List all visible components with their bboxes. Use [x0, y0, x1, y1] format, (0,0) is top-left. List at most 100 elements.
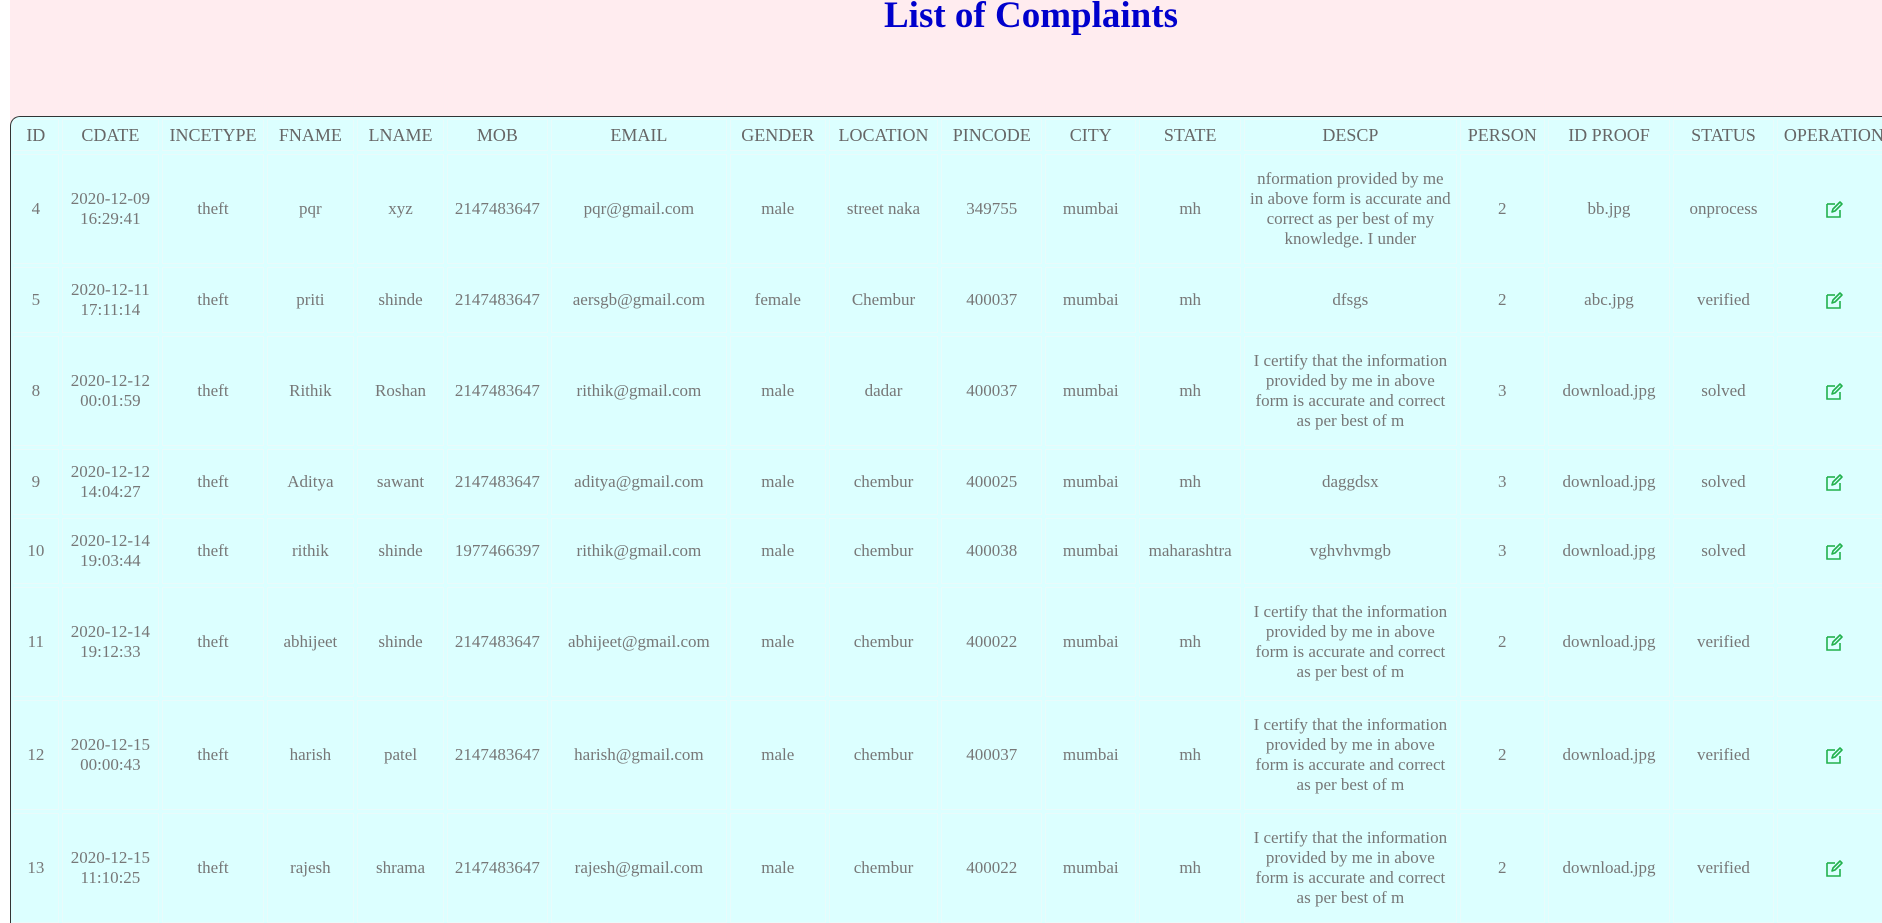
cell-id: 5	[13, 267, 59, 333]
cell-city: mumbai	[1045, 587, 1137, 697]
edit-icon[interactable]	[1824, 291, 1844, 311]
cell-pincode-text: 400037	[966, 290, 1018, 309]
table-row: 10 2020-12-14 19:03:44 theft rithik shinde 19…	[13, 518, 1882, 584]
cell-state-text: mh	[1179, 381, 1202, 400]
edit-icon[interactable]	[1824, 859, 1844, 879]
cell-person-text: 3	[1497, 541, 1507, 560]
cell-lname-text: xyz	[388, 199, 413, 218]
table-row: 13 2020-12-15 11:10:25 theft rajesh shrama 21…	[13, 813, 1882, 923]
cell-id-text: 4	[31, 199, 41, 218]
cell-location: chembur	[828, 449, 939, 515]
cell-email-text: abhijeet@gmail.com	[568, 632, 710, 651]
edit-icon[interactable]	[1824, 200, 1844, 220]
cell-descp: nformation provided by me in above form …	[1244, 154, 1457, 264]
cell-fname: Rithik	[266, 336, 354, 446]
cell-pincode: 400037	[941, 700, 1043, 810]
edit-icon[interactable]	[1824, 633, 1844, 653]
cell-location: chembur	[828, 813, 939, 923]
cell-gender: male	[730, 518, 826, 584]
cell-id-text: 9	[31, 472, 41, 491]
edit-icon[interactable]	[1824, 382, 1844, 402]
cell-id: 10	[13, 518, 59, 584]
cell-operation	[1776, 154, 1882, 264]
cell-state: mh	[1139, 813, 1242, 923]
cell-state: maharashtra	[1139, 518, 1242, 584]
cell-email: harish@gmail.com	[550, 700, 728, 810]
col-header-city: CITY	[1045, 119, 1137, 151]
cell-person: 2	[1459, 587, 1545, 697]
cell-location-text: street naka	[846, 199, 921, 218]
cell-id-text: 11	[27, 632, 44, 651]
cell-gender: male	[730, 449, 826, 515]
cell-id-proof: abc.jpg	[1547, 267, 1671, 333]
cell-id-proof: download.jpg	[1547, 813, 1671, 923]
cell-incetype: theft	[162, 336, 264, 446]
cell-pincode-text: 400038	[966, 541, 1018, 560]
edit-icon[interactable]	[1824, 542, 1844, 562]
cell-lname: shinde	[356, 587, 445, 697]
edit-icon[interactable]	[1824, 473, 1844, 493]
cell-descp: I certify that the information provided …	[1244, 813, 1457, 923]
cdate-time: 16:29:41	[80, 209, 141, 228]
cell-mob-text: 2147483647	[454, 858, 540, 877]
cell-id: 11	[13, 587, 59, 697]
cell-state: mh	[1139, 154, 1242, 264]
cell-city-text: mumbai	[1062, 381, 1119, 400]
cell-location: chembur	[828, 518, 939, 584]
col-header-incetype: INCETYPE	[162, 119, 264, 151]
cell-id-proof: bb.jpg	[1547, 154, 1671, 264]
cell-status-text: verified	[1697, 745, 1750, 764]
table-row: 12 2020-12-15 00:00:43 theft harish patel 214…	[13, 700, 1882, 810]
cell-state-text: mh	[1179, 290, 1202, 309]
cell-gender-text: male	[761, 381, 795, 400]
cell-mob: 2147483647	[447, 813, 548, 923]
cell-fname: rithik	[266, 518, 354, 584]
cell-fname: priti	[266, 267, 354, 333]
cell-mob-text: 2147483647	[454, 290, 540, 309]
cell-city-text: mumbai	[1062, 745, 1119, 764]
cell-city-text: mumbai	[1062, 541, 1119, 560]
cell-status-text: onprocess	[1689, 199, 1758, 218]
cell-cdate: 2020-12-09 16:29:41	[61, 154, 160, 264]
cell-status: verified	[1673, 587, 1774, 697]
cell-cdate: 2020-12-11 17:11:14	[61, 267, 160, 333]
cell-lname-text: shrama	[375, 858, 426, 877]
cell-city-text: mumbai	[1062, 290, 1119, 309]
cell-location: Chembur	[828, 267, 939, 333]
cell-email-text: aersgb@gmail.com	[572, 290, 706, 309]
cell-city: mumbai	[1045, 518, 1137, 584]
cell-id-text: 12	[27, 745, 45, 764]
col-header-location: LOCATION	[828, 119, 939, 151]
complaints-table: ID CDATE INCETYPE FNAME LNAME MOB EMAIL …	[11, 117, 1882, 923]
cell-gender-text: female	[754, 290, 801, 309]
cell-lname: Roshan	[356, 336, 445, 446]
cell-gender: female	[730, 267, 826, 333]
cell-mob: 2147483647	[447, 154, 548, 264]
table-row: 11 2020-12-14 19:12:33 theft abhijeet shinde…	[13, 587, 1882, 697]
cell-location-text: chembur	[853, 541, 914, 560]
col-header-fname: FNAME	[266, 119, 354, 151]
cell-lname: patel	[356, 700, 445, 810]
cell-location-text: chembur	[853, 858, 914, 877]
col-header-status: STATUS	[1673, 119, 1774, 151]
cell-state-text: mh	[1179, 745, 1202, 764]
cell-operation	[1776, 267, 1882, 333]
cell-state-text: mh	[1179, 199, 1202, 218]
col-header-id: ID	[13, 119, 59, 151]
cell-cdate: 2020-12-12 00:01:59	[61, 336, 160, 446]
cell-gender: male	[730, 587, 826, 697]
cell-pincode: 400025	[941, 449, 1043, 515]
edit-icon[interactable]	[1824, 746, 1844, 766]
cell-id-proof: download.jpg	[1547, 449, 1671, 515]
cell-email: aersgb@gmail.com	[550, 267, 728, 333]
col-header-descp: DESCP	[1244, 119, 1457, 151]
cdate-date: 2020-12-14	[70, 622, 151, 641]
cell-pincode-text: 400037	[966, 381, 1018, 400]
cell-operation	[1776, 700, 1882, 810]
cell-fname-text: harish	[289, 745, 332, 764]
cell-location: dadar	[828, 336, 939, 446]
page-title: List of Complaints	[884, 0, 1178, 36]
cell-gender-text: male	[761, 472, 795, 491]
cdate-date: 2020-12-09	[70, 189, 151, 208]
col-header-gender: GENDER	[730, 119, 826, 151]
